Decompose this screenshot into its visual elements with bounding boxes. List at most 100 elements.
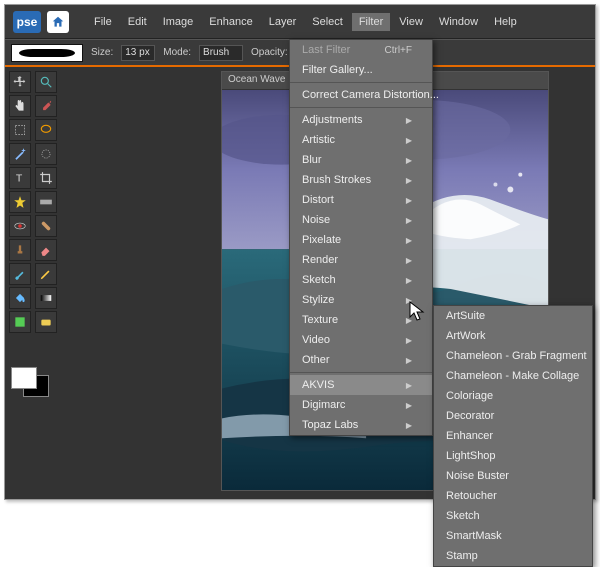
- menu-file[interactable]: File: [87, 13, 119, 31]
- menu-layer[interactable]: Layer: [262, 13, 304, 31]
- filter-gallery[interactable]: Filter Gallery...: [290, 60, 432, 80]
- opacity-label: Opacity:: [251, 47, 288, 58]
- akvis-stamp[interactable]: Stamp: [434, 546, 592, 566]
- sponge-tool[interactable]: [35, 311, 57, 333]
- filter-distort[interactable]: Distort▶: [290, 190, 432, 210]
- filter-last: Last FilterCtrl+F: [290, 40, 432, 60]
- filter-adjustments[interactable]: Adjustments▶: [290, 110, 432, 130]
- akvis-sketch[interactable]: Sketch: [434, 506, 592, 526]
- mode-input[interactable]: [199, 45, 243, 61]
- filter-brush-strokes[interactable]: Brush Strokes ▶: [290, 170, 432, 190]
- app-logo: pse: [13, 11, 41, 33]
- brush-preview[interactable]: [11, 44, 83, 62]
- menu-image[interactable]: Image: [156, 13, 201, 31]
- shape-icon: [13, 315, 27, 329]
- label: Sketch: [302, 274, 336, 286]
- label: Chameleon - Grab Fragment: [446, 350, 587, 362]
- gradient-tool[interactable]: [35, 287, 57, 309]
- pencil-tool[interactable]: [35, 263, 57, 285]
- filter-other[interactable]: Other▶: [290, 350, 432, 370]
- gradient-icon: [39, 291, 53, 305]
- brush-tool[interactable]: [9, 263, 31, 285]
- bucket-tool[interactable]: [9, 287, 31, 309]
- eraser-tool[interactable]: [35, 239, 57, 261]
- label: Enhancer: [446, 430, 493, 442]
- akvis-artsuite[interactable]: ArtSuite: [434, 306, 592, 326]
- label: Topaz Labs: [302, 419, 358, 431]
- mode-label: Mode:: [163, 47, 191, 58]
- menu-edit[interactable]: Edit: [121, 13, 154, 31]
- akvis-retoucher[interactable]: Retoucher: [434, 486, 592, 506]
- lasso-tool[interactable]: [35, 119, 57, 141]
- crop-tool[interactable]: [35, 167, 57, 189]
- stamp-tool[interactable]: [9, 239, 31, 261]
- pencil-icon: [39, 267, 53, 281]
- home-button[interactable]: [47, 11, 69, 33]
- menu-view[interactable]: View: [392, 13, 430, 31]
- marquee-tool[interactable]: [9, 119, 31, 141]
- menu-select[interactable]: Select: [305, 13, 350, 31]
- akvis-lightshop[interactable]: LightShop: [434, 446, 592, 466]
- zoom-tool[interactable]: [35, 71, 57, 93]
- filter-artistic[interactable]: Artistic▶: [290, 130, 432, 150]
- label: AKVIS: [302, 379, 334, 391]
- label: Noise Buster: [446, 470, 509, 482]
- label: Brush Strokes: [302, 174, 371, 186]
- color-swatch[interactable]: [11, 361, 51, 397]
- akvis-enhancer[interactable]: Enhancer: [434, 426, 592, 446]
- eyedropper-tool[interactable]: [35, 95, 57, 117]
- filter-digimarc[interactable]: Digimarc▶: [290, 395, 432, 415]
- filter-sketch[interactable]: Sketch ▶: [290, 270, 432, 290]
- healing-tool[interactable]: [35, 215, 57, 237]
- fg-color[interactable]: [11, 367, 37, 389]
- menu-filter[interactable]: Filter: [352, 13, 390, 31]
- wand-tool[interactable]: [9, 143, 31, 165]
- submenu-arrow-icon: ▶: [406, 316, 412, 325]
- straighten-tool[interactable]: [35, 191, 57, 213]
- cookie-cutter-tool[interactable]: [9, 191, 31, 213]
- filter-render[interactable]: Render▶: [290, 250, 432, 270]
- toolbox: T: [9, 71, 59, 333]
- move-tool[interactable]: [9, 71, 31, 93]
- akvis-smartmask[interactable]: SmartMask: [434, 526, 592, 546]
- akvis-noise-buster[interactable]: Noise Buster: [434, 466, 592, 486]
- submenu-arrow-icon: ▶: [406, 176, 412, 185]
- bucket-icon: [13, 291, 27, 305]
- filter-blur[interactable]: Blur▶: [290, 150, 432, 170]
- home-icon: [51, 15, 65, 29]
- label: Artistic: [302, 134, 335, 146]
- akvis-chameleon-collage[interactable]: Chameleon - Make Collage: [434, 366, 592, 386]
- label: SmartMask: [446, 530, 502, 542]
- filter-stylize[interactable]: Stylize▶: [290, 290, 432, 310]
- filter-camera-distortion[interactable]: Correct Camera Distortion...: [290, 85, 432, 105]
- type-tool[interactable]: T: [9, 167, 31, 189]
- submenu-arrow-icon: ▶: [406, 421, 412, 430]
- akvis-coloriage[interactable]: Coloriage: [434, 386, 592, 406]
- shape-tool[interactable]: [9, 311, 31, 333]
- title-bar: pse File Edit Image Enhance Layer Select…: [5, 5, 595, 39]
- submenu-arrow-icon: ▶: [406, 196, 412, 205]
- size-input[interactable]: [121, 45, 155, 61]
- filter-noise[interactable]: Noise▶: [290, 210, 432, 230]
- akvis-chameleon-grab[interactable]: Chameleon - Grab Fragment: [434, 346, 592, 366]
- hand-tool[interactable]: [9, 95, 31, 117]
- menu-help[interactable]: Help: [487, 13, 524, 31]
- filter-akvis[interactable]: AKVIS▶: [290, 375, 432, 395]
- sponge-icon: [39, 315, 53, 329]
- akvis-submenu: ArtSuite ArtWork Chameleon - Grab Fragme…: [433, 305, 593, 567]
- submenu-arrow-icon: ▶: [406, 336, 412, 345]
- filter-texture[interactable]: Texture▶: [290, 310, 432, 330]
- akvis-decorator[interactable]: Decorator: [434, 406, 592, 426]
- filter-topaz-labs[interactable]: Topaz Labs ▶: [290, 415, 432, 435]
- akvis-artwork[interactable]: ArtWork: [434, 326, 592, 346]
- filter-pixelate[interactable]: Pixelate▶: [290, 230, 432, 250]
- submenu-arrow-icon: ▶: [406, 116, 412, 125]
- eye-icon: [13, 219, 27, 233]
- submenu-arrow-icon: ▶: [406, 276, 412, 285]
- filter-video[interactable]: Video▶: [290, 330, 432, 350]
- menu-enhance[interactable]: Enhance: [202, 13, 259, 31]
- selection-brush-tool[interactable]: [35, 143, 57, 165]
- redeye-tool[interactable]: [9, 215, 31, 237]
- move-icon: [13, 75, 27, 89]
- menu-window[interactable]: Window: [432, 13, 485, 31]
